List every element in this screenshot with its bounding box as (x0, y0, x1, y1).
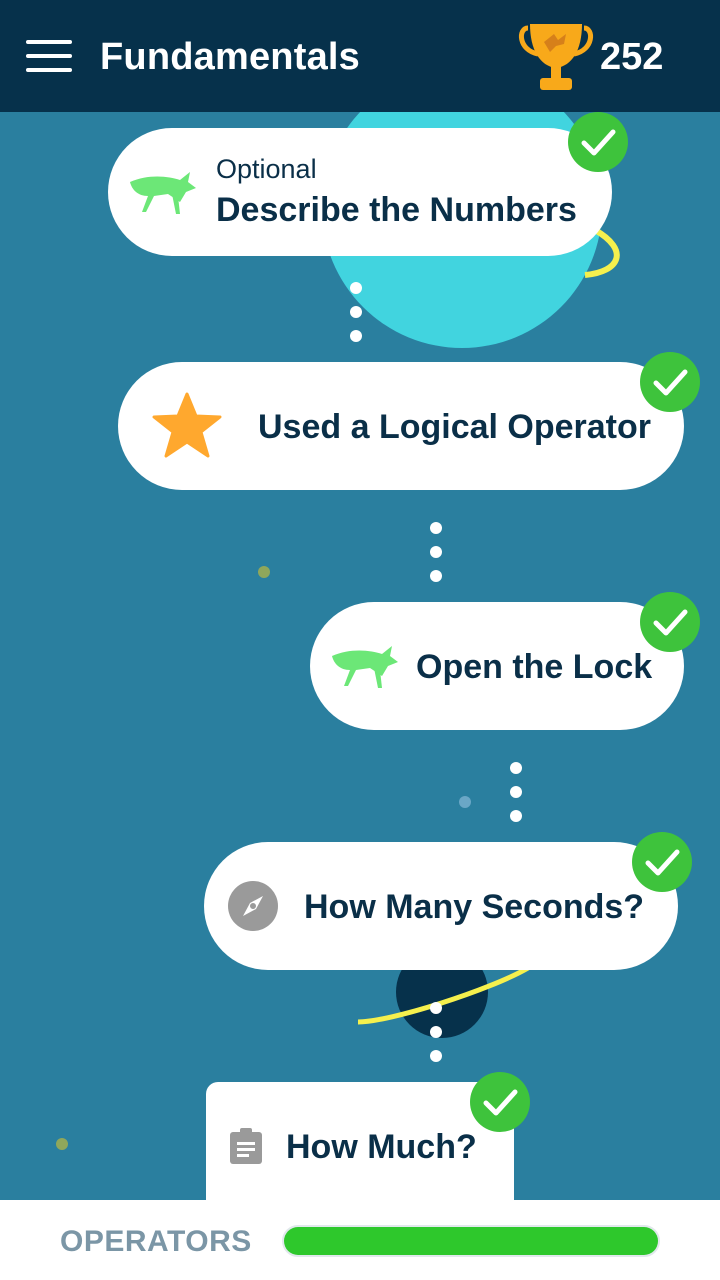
star-icon (152, 392, 222, 458)
completed-check-icon (632, 832, 692, 892)
trophy-icon[interactable] (516, 20, 596, 94)
lesson-card-how-many-seconds[interactable]: How Many Seconds? (204, 842, 678, 970)
completed-check-icon (640, 592, 700, 652)
course-progress-bar (282, 1225, 660, 1257)
lesson-title: How Much? (286, 1128, 477, 1166)
page-title: Fundamentals (100, 36, 360, 78)
clipboard-icon (230, 1128, 262, 1164)
path-dot (430, 570, 442, 582)
star-dot (258, 566, 270, 578)
path-dot (510, 762, 522, 774)
lesson-text: Optional Describe the Numbers (216, 154, 577, 230)
compass-icon (228, 881, 278, 931)
path-dot (430, 546, 442, 558)
hamburger-menu-icon[interactable] (26, 40, 74, 74)
course-label: OPERATORS (60, 1225, 252, 1258)
course-progress-footer: OPERATORS (0, 1200, 720, 1280)
points-count: 252 (600, 36, 664, 78)
app-header: Fundamentals 252 (0, 0, 720, 112)
progress-fill (284, 1227, 658, 1255)
path-dot (510, 810, 522, 822)
completed-check-icon (640, 352, 700, 412)
path-dot (430, 522, 442, 534)
path-dot (510, 786, 522, 798)
lesson-card-open-the-lock[interactable]: Open the Lock (310, 602, 684, 730)
path-dot (350, 306, 362, 318)
lesson-text: Used a Logical Operator (258, 408, 651, 447)
lesson-card-describe-the-numbers[interactable]: Optional Describe the Numbers (108, 128, 612, 256)
path-dot (350, 330, 362, 342)
path-dot (430, 1026, 442, 1038)
completed-check-icon (568, 112, 628, 172)
path-dot (350, 282, 362, 294)
lesson-sublabel: Optional (216, 154, 317, 184)
path-dot (430, 1050, 442, 1062)
star-dot (459, 796, 471, 808)
lesson-text: How Many Seconds? (304, 888, 644, 927)
lesson-card-used-a-logical-operator[interactable]: Used a Logical Operator (118, 362, 684, 490)
lesson-text: How Much? (286, 1128, 477, 1167)
lesson-text: Open the Lock (416, 648, 652, 687)
lesson-title: Used a Logical Operator (258, 408, 651, 446)
grasshopper-icon (130, 172, 196, 214)
star-dot (56, 1138, 68, 1150)
completed-check-icon (470, 1072, 530, 1132)
path-dot (430, 1002, 442, 1014)
grasshopper-icon (332, 646, 398, 688)
lesson-title: How Many Seconds? (304, 888, 645, 926)
lesson-title: Open the Lock (416, 648, 653, 686)
lesson-title: Describe the Numbers (216, 191, 577, 229)
